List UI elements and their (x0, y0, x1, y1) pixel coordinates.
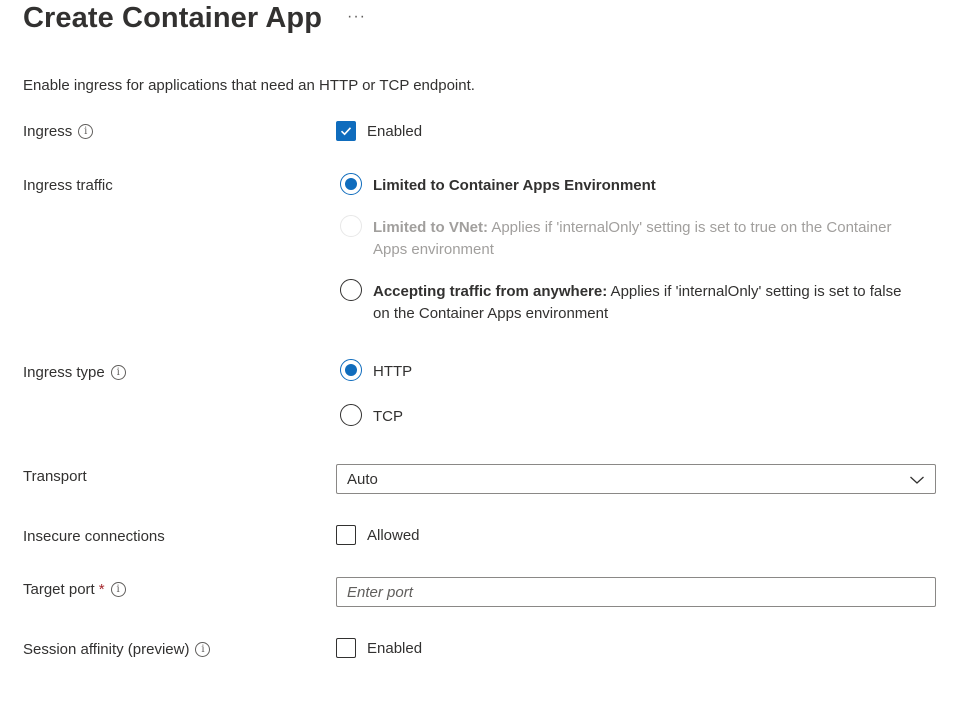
session-affinity-checkbox[interactable]: Enabled (336, 638, 422, 658)
radio-unselected-icon[interactable] (340, 279, 362, 301)
ingress-description: Enable ingress for applications that nee… (23, 77, 475, 94)
checkbox-icon[interactable] (336, 638, 356, 658)
traffic-option-vnet-title: Limited to VNet: (373, 219, 488, 236)
ingress-enabled-checkbox[interactable]: Enabled (336, 121, 422, 141)
ingress-type-tcp[interactable]: TCP (340, 404, 920, 428)
radio-unselected-icon[interactable] (340, 404, 362, 426)
ingress-label: Ingress (23, 123, 73, 140)
page-title: Create Container App (23, 2, 323, 34)
traffic-option-anywhere-title: Accepting traffic from anywhere: (373, 283, 608, 300)
traffic-option-anywhere-label: Accepting traffic from anywhere: Applies… (373, 281, 920, 325)
traffic-option-vnet-label: Limited to VNet: Applies if 'internalOnl… (373, 217, 920, 261)
info-icon[interactable]: i (78, 124, 94, 139)
ingress-type-label-row: Ingress type i (23, 364, 126, 381)
traffic-option-environment-label: Limited to Container Apps Environment (373, 175, 656, 197)
radio-selected-icon[interactable] (340, 173, 362, 195)
insecure-allowed-checkbox[interactable]: Allowed (336, 525, 420, 545)
target-port-label-row: Target port * i (23, 581, 126, 598)
session-affinity-enabled-label: Enabled (367, 639, 423, 657)
required-asterisk: * (98, 581, 105, 598)
more-options-button[interactable]: ··· (347, 8, 366, 26)
chevron-down-icon (909, 473, 925, 490)
info-icon[interactable]: i (195, 642, 211, 657)
target-port-input[interactable] (336, 577, 936, 607)
transport-dropdown[interactable]: Auto (336, 464, 936, 494)
ingress-enabled-label: Enabled (367, 122, 423, 140)
session-affinity-label-row: Session affinity (preview) i (23, 641, 211, 658)
info-icon[interactable]: i (110, 365, 126, 380)
traffic-option-anywhere[interactable]: Accepting traffic from anywhere: Applies… (340, 279, 920, 325)
checkmark-icon[interactable] (336, 121, 356, 141)
ingress-traffic-label: Ingress traffic (23, 177, 113, 194)
info-icon[interactable]: i (110, 582, 126, 597)
ingress-type-http[interactable]: HTTP (340, 359, 920, 383)
checkbox-icon[interactable] (336, 525, 356, 545)
traffic-option-vnet: Limited to VNet: Applies if 'internalOnl… (340, 215, 920, 261)
radio-disabled-icon (340, 215, 362, 237)
transport-label: Transport (23, 468, 87, 485)
ingress-type-label: Ingress type (23, 364, 105, 381)
insecure-allowed-label: Allowed (367, 526, 420, 544)
traffic-option-environment-title: Limited to Container Apps Environment (373, 177, 656, 194)
session-affinity-label: Session affinity (preview) (23, 641, 190, 658)
ingress-type-tcp-label: TCP (373, 408, 403, 425)
target-port-label: Target port (23, 581, 95, 598)
ingress-label-row: Ingress i (23, 123, 94, 140)
traffic-option-environment[interactable]: Limited to Container Apps Environment (340, 173, 920, 197)
transport-selected-value: Auto (347, 470, 378, 488)
radio-selected-icon[interactable] (340, 359, 362, 381)
insecure-connections-label: Insecure connections (23, 528, 165, 545)
ingress-type-http-label: HTTP (373, 363, 413, 380)
